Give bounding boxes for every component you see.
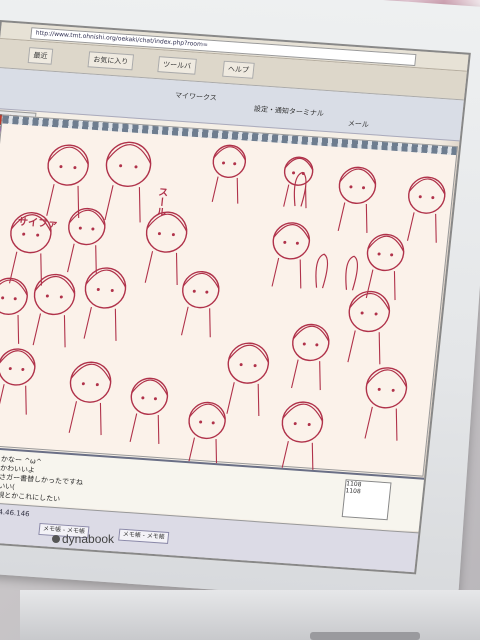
tab-recent[interactable]: 最近 <box>27 47 54 65</box>
doodle-face <box>365 233 405 301</box>
doodle-bunny-ear <box>345 255 359 291</box>
doodle-face <box>46 144 89 219</box>
doodle-bunny-ear <box>293 171 307 207</box>
laptop-screen: http://www.tmt.ohnishi.org/oekaki/chat/i… <box>0 20 471 575</box>
doodle-face <box>271 222 311 289</box>
hinge-slot <box>310 632 420 640</box>
taskbar-item[interactable]: メモ帳 - メモ帳 <box>118 528 170 544</box>
doodle-face <box>337 166 377 233</box>
doodle-face <box>180 271 220 338</box>
user-list[interactable]: 1108 1108 <box>341 479 392 521</box>
toolbar-settings[interactable]: 設定・通知ターミナル <box>253 104 325 119</box>
doodle-face <box>129 377 169 444</box>
doodle-face <box>187 401 226 469</box>
doodle-face <box>0 348 36 415</box>
tab-favorites[interactable]: お気に入り <box>87 51 135 71</box>
doodle-face <box>364 367 408 441</box>
doodle-face <box>104 141 152 223</box>
doodle-face <box>347 290 391 365</box>
doodle-face <box>406 176 446 243</box>
toolbar-mail[interactable]: メール <box>347 119 369 130</box>
status-url: http://222.214.46.146 <box>0 504 30 519</box>
doodle-face <box>211 144 247 204</box>
doodle-face <box>0 277 28 344</box>
doodle-face <box>68 361 112 436</box>
tab-help[interactable]: ヘルプ <box>222 60 255 79</box>
brand-logo-icon <box>52 535 60 543</box>
toolbar-myworks[interactable]: マイワークス <box>174 90 218 103</box>
doodle-face <box>83 267 127 341</box>
doodle-face <box>226 342 270 417</box>
doodle-face <box>290 323 330 391</box>
doodle-face <box>8 212 52 286</box>
doodle-face <box>280 401 324 475</box>
doodle-bunny-ear <box>315 253 329 289</box>
tab-toolbar[interactable]: ツールバ <box>157 56 197 75</box>
doodle-face <box>67 207 106 275</box>
drawing-canvas[interactable]: サイファ スール <box>0 114 459 477</box>
doodle-drawings <box>0 141 446 475</box>
doodle-face <box>144 211 188 286</box>
doodle-face <box>283 156 314 209</box>
brand-name: dynabook <box>62 532 115 546</box>
doodle-face <box>32 273 76 348</box>
